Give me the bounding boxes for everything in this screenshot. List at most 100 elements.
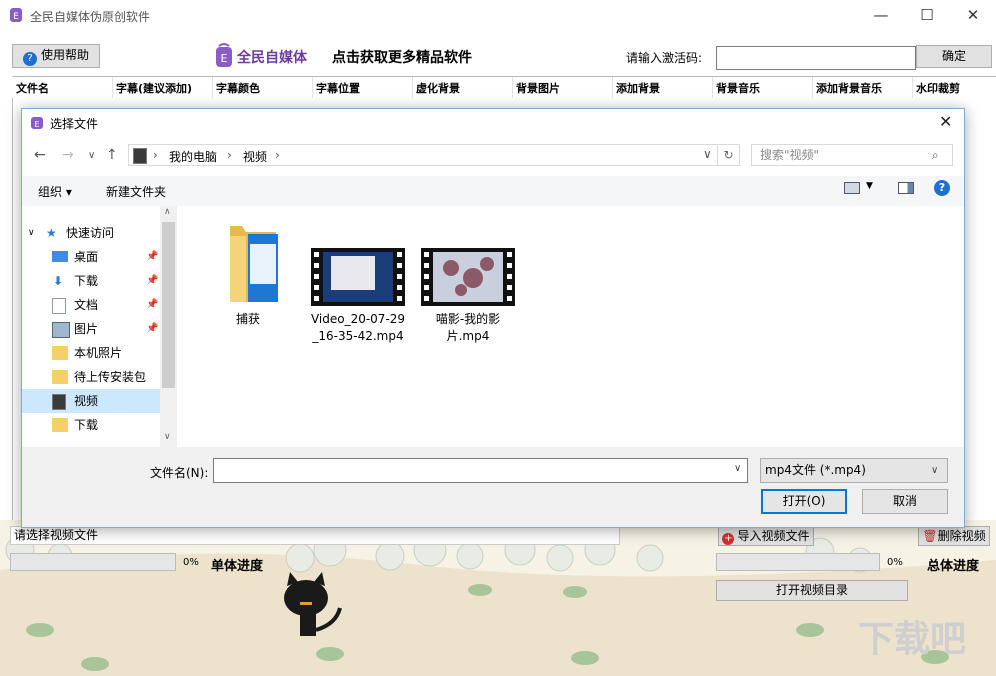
plus-icon: + — [722, 533, 735, 545]
tree-item-downloads[interactable]: ⬇ 下载 📌 — [22, 269, 160, 293]
breadcrumb-item[interactable]: 视频 — [243, 148, 267, 165]
column-divider[interactable] — [312, 77, 313, 99]
import-video-button[interactable]: + 导入视频文件 — [718, 526, 814, 546]
column-divider[interactable] — [112, 77, 113, 99]
brand-logo-icon: E — [216, 43, 232, 67]
tree-item-label: 文档 — [74, 298, 99, 312]
confirm-button[interactable]: 确定 — [916, 45, 992, 68]
file-list[interactable]: 捕获 Video_20-07-29_16-35-42.mp4 喵影-我的影片.m… — [180, 206, 964, 447]
view-options-icon[interactable] — [844, 182, 860, 194]
star-icon: ★ — [46, 226, 57, 240]
tree-item-desktop[interactable]: 桌面 📌 — [22, 245, 160, 269]
delete-video-button[interactable]: 🗑删除视频 — [918, 526, 990, 546]
help-label: 使用帮助 — [40, 48, 89, 62]
app-logo-icon: E — [31, 117, 43, 129]
tree-item-quick-access[interactable]: ∨ ★ 快速访问 — [22, 221, 160, 245]
navigation-tree[interactable]: ∨ ★ 快速访问 桌面 📌 ⬇ 下载 📌 文档 📌 图片 📌 本机照片 待上传安… — [22, 206, 180, 447]
activation-label: 请输入激活码: — [626, 51, 703, 65]
tree-item-label: 下载 — [74, 274, 99, 288]
column-header[interactable]: 字幕位置 — [316, 80, 360, 96]
search-placeholder: 搜索"视频" — [760, 148, 820, 162]
file-name: Video_20-07-29_16-35-42.mp4 — [310, 312, 406, 343]
column-header[interactable]: 虚化背景 — [416, 80, 460, 96]
column-header[interactable]: 文件名 — [16, 80, 49, 96]
column-divider[interactable] — [912, 77, 913, 99]
breadcrumb-separator-icon: › — [275, 148, 280, 162]
scroll-up-icon[interactable]: ∧ — [164, 207, 171, 217]
tree-item-label: 快速访问 — [66, 226, 115, 240]
preview-pane-icon[interactable] — [898, 182, 914, 194]
open-button[interactable]: 打开(O) — [761, 489, 847, 514]
dialog-title: 选择文件 — [50, 117, 99, 131]
tree-item-pictures[interactable]: 图片 📌 — [22, 317, 160, 341]
single-progress-label: 单体进度 — [211, 559, 264, 574]
tree-item-label: 图片 — [74, 322, 99, 336]
video-thumbnail-icon — [421, 248, 515, 306]
brand-name[interactable]: 全民自媒体 — [237, 47, 307, 67]
minimize-button[interactable]: — — [858, 0, 904, 32]
address-dropdown-icon[interactable]: ∨ — [703, 147, 712, 161]
help-button[interactable]: ? 使用帮助 — [12, 44, 100, 68]
tree-item-pending-packages[interactable]: 待上传安装包 — [22, 365, 160, 389]
new-folder-button[interactable]: 新建文件夹 — [106, 183, 166, 200]
close-button[interactable]: ✕ — [950, 0, 996, 32]
file-type-value: mp4文件 (*.mp4) — [765, 463, 866, 477]
file-item-folder[interactable]: 捕获 — [200, 224, 296, 328]
tree-scroll-thumb[interactable] — [162, 222, 175, 388]
download-icon: ⬇ — [53, 274, 64, 288]
filename-input[interactable]: ∨ — [213, 458, 748, 483]
column-header[interactable]: 背景图片 — [516, 80, 560, 96]
refresh-icon[interactable]: ↻ — [718, 144, 740, 166]
tree-item-label: 下载 — [74, 418, 99, 432]
search-input[interactable]: 搜索"视频" ⌕ — [751, 144, 953, 166]
file-name: 喵影-我的影片.mp4 — [435, 312, 501, 343]
column-divider[interactable] — [712, 77, 713, 99]
organize-menu[interactable]: 组织 ▾ — [38, 183, 72, 200]
filename-label: 文件名(N): — [150, 466, 209, 480]
help-icon[interactable]: ? — [934, 180, 950, 196]
view-dropdown-icon[interactable]: ▼ — [866, 181, 873, 191]
back-arrow-icon[interactable]: ← — [34, 147, 46, 163]
maximize-button[interactable]: ☐ — [904, 0, 950, 32]
chevron-down-icon: ∨ — [931, 465, 939, 476]
column-divider[interactable] — [612, 77, 613, 99]
scroll-down-icon[interactable]: ∨ — [164, 432, 171, 442]
activation-code-input[interactable] — [716, 46, 916, 70]
column-divider[interactable] — [212, 77, 213, 99]
tree-item-videos[interactable]: 视频 — [22, 389, 160, 413]
tree-item-label: 视频 — [74, 394, 99, 408]
file-item-video[interactable]: Video_20-07-29_16-35-42.mp4 — [310, 248, 406, 345]
file-type-select[interactable]: mp4文件 (*.mp4) ∨ — [760, 458, 948, 483]
column-divider[interactable] — [512, 77, 513, 99]
breadcrumb-item[interactable]: 我的电脑 — [169, 148, 217, 165]
tree-item-local-photos[interactable]: 本机照片 — [22, 341, 160, 365]
video-table-header: 文件名 字幕(建议添加) 字幕颜色 字幕位置 虚化背景 背景图片 添加背景 背景… — [12, 76, 996, 100]
dialog-close-button[interactable]: ✕ — [939, 112, 952, 131]
open-video-folder-button[interactable]: 打开视频目录 — [716, 580, 908, 601]
column-divider[interactable] — [412, 77, 413, 99]
up-arrow-icon[interactable]: ↑ — [106, 147, 118, 163]
column-header[interactable]: 添加背景音乐 — [816, 80, 882, 96]
recent-locations-chevron-icon[interactable]: ∨ — [88, 150, 95, 161]
video-library-icon — [133, 148, 147, 164]
pin-icon: 📌 — [146, 323, 159, 334]
app-logo-icon: E — [10, 8, 22, 22]
collapse-chevron-icon[interactable]: ∨ — [28, 221, 35, 245]
address-bar[interactable]: › 我的电脑 › 视频 › ∨ — [128, 144, 718, 166]
cancel-button[interactable]: 取消 — [862, 489, 948, 514]
status-text-field: 请选择视频文件 — [10, 526, 620, 545]
column-divider[interactable] — [812, 77, 813, 99]
column-header[interactable]: 字幕(建议添加) — [116, 80, 192, 96]
file-item-video[interactable]: 喵影-我的影片.mp4 — [420, 248, 516, 345]
column-header[interactable]: 水印裁剪 — [916, 80, 960, 96]
tree-item-downloads-folder[interactable]: 下载 — [22, 413, 160, 437]
video-icon — [52, 394, 66, 410]
forward-arrow-icon[interactable]: → — [62, 147, 74, 163]
filename-dropdown-icon[interactable]: ∨ — [734, 463, 741, 474]
promo-link[interactable]: 点击获取更多精品软件 — [332, 47, 472, 67]
column-header[interactable]: 背景音乐 — [716, 80, 760, 96]
tree-item-documents[interactable]: 文档 📌 — [22, 293, 160, 317]
column-header[interactable]: 字幕颜色 — [216, 80, 260, 96]
total-progress-label: 总体进度 — [927, 559, 980, 574]
column-header[interactable]: 添加背景 — [616, 80, 660, 96]
